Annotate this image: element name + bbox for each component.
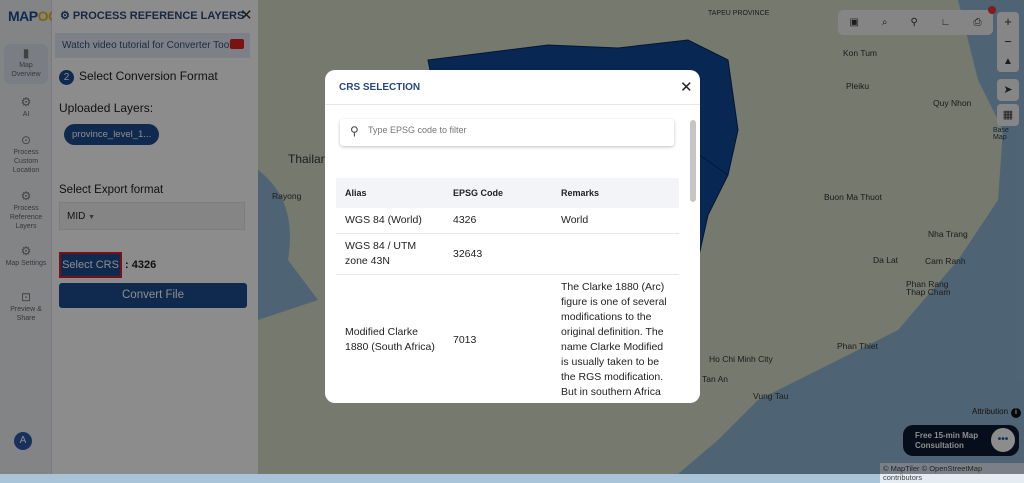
alias-cell: Modified Clarke 1880 (South Africa): [336, 274, 444, 403]
code-cell: 4326: [444, 208, 552, 234]
code-cell: 7013: [444, 274, 552, 403]
remarks-cell: [552, 233, 679, 275]
remarks-cell: World: [552, 208, 679, 234]
search-icon: ⚲: [350, 124, 359, 138]
close-icon[interactable]: ✕: [680, 78, 693, 96]
divider: [325, 104, 700, 105]
crs-table: Alias EPSG Code Remarks WGS 84 (World) 43…: [336, 178, 679, 403]
dialog-title: CRS SELECTION: [339, 82, 421, 93]
table-row[interactable]: WGS 84 (World) 4326 World: [336, 208, 679, 234]
table-row[interactable]: Modified Clarke 1880 (South Africa) 7013 T…: [336, 274, 679, 403]
alias-cell: WGS 84 (World): [336, 208, 444, 234]
alias-cell: WGS 84 / UTM zone 43N: [336, 233, 444, 275]
crs-selection-dialog: CRS SELECTION ✕ ⚲ Alias EPSG Code Remark…: [325, 70, 700, 403]
table-row[interactable]: WGS 84 / UTM zone 43N 32643: [336, 233, 679, 275]
epsg-filter-input[interactable]: [368, 125, 658, 135]
column-header: EPSG Code: [444, 178, 552, 208]
remarks-cell: The Clarke 1880 (Arc) figure is one of s…: [552, 274, 679, 403]
scrollbar-thumb[interactable]: [690, 120, 696, 202]
epsg-search: ⚲: [340, 119, 674, 146]
table-header: Alias EPSG Code Remarks: [336, 178, 679, 208]
code-cell: 32643: [444, 233, 552, 275]
column-header: Remarks: [552, 178, 679, 208]
column-header: Alias: [336, 178, 444, 208]
